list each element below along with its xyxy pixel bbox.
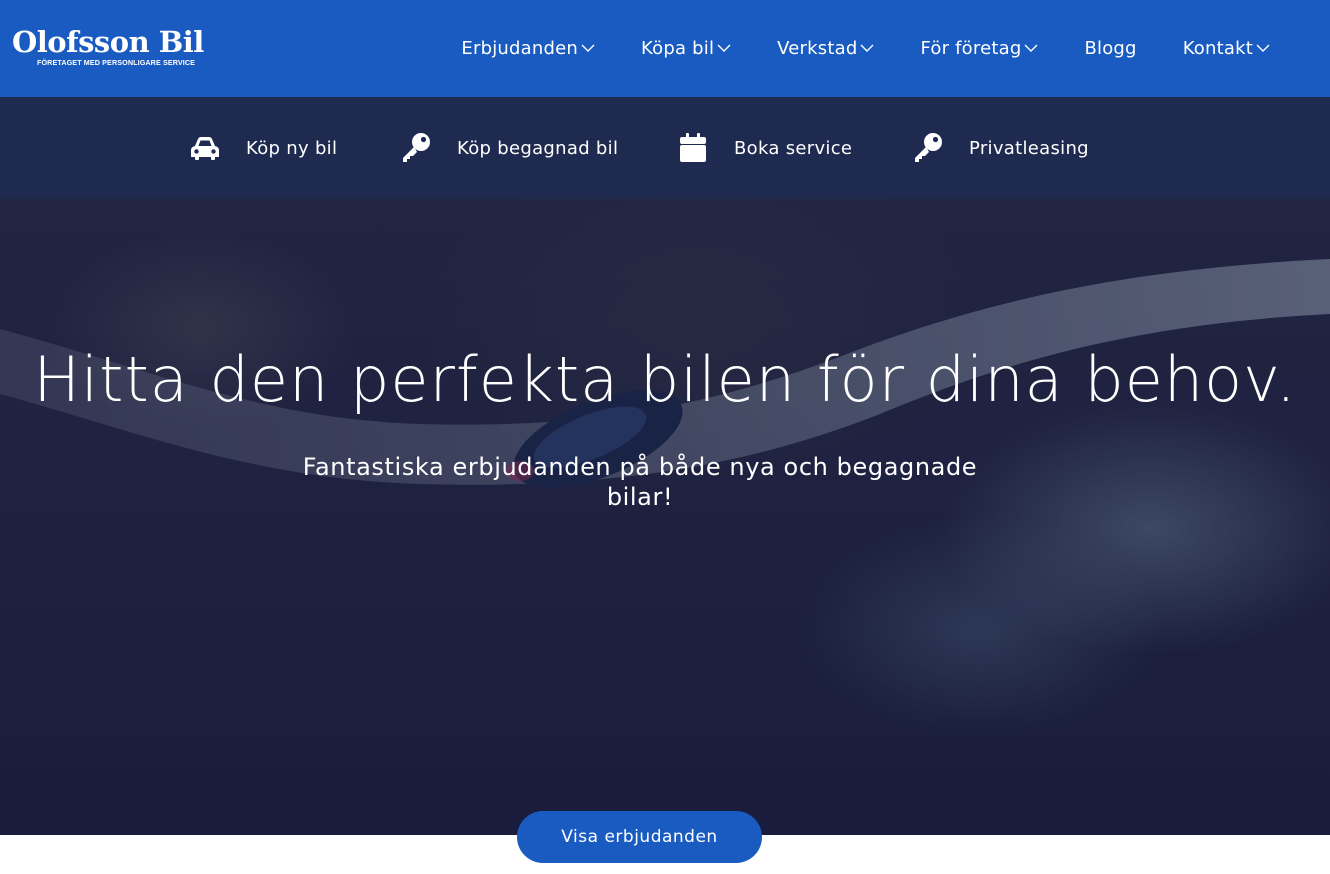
quicklink-label: Köp begagnad bil — [457, 137, 619, 159]
key-icon — [399, 131, 433, 165]
hero-banner: Hitta den perfekta bilen för dina behov.… — [0, 199, 1330, 835]
hero-background-image — [0, 199, 1330, 835]
chevron-down-icon — [860, 43, 874, 53]
chevron-down-icon — [581, 43, 595, 53]
show-offers-button[interactable]: Visa erbjudanden — [517, 811, 762, 863]
chevron-down-icon — [1256, 43, 1270, 53]
nav-item-kopa-bil[interactable]: Köpa bil — [641, 38, 731, 59]
quicklink-kop-begagnad-bil[interactable]: Köp begagnad bil — [399, 131, 618, 165]
key-icon — [911, 131, 945, 165]
site-logo[interactable]: Olofsson Bil FÖRETAGET MED PERSONLIGARE … — [12, 26, 227, 70]
nav-item-label: Köpa bil — [641, 37, 715, 59]
logo-tagline: FÖRETAGET MED PERSONLIGARE SERVICE — [37, 58, 196, 67]
quicklink-label: Boka service — [734, 137, 853, 159]
nav-item-blogg[interactable]: Blogg — [1084, 38, 1136, 59]
nav-item-verkstad[interactable]: Verkstad — [777, 38, 874, 59]
site-header: Olofsson Bil FÖRETAGET MED PERSONLIGARE … — [0, 0, 1330, 97]
nav-item-label: Erbjudanden — [461, 37, 579, 59]
nav-item-erbjudanden[interactable]: Erbjudanden — [461, 38, 595, 59]
calendar-icon — [676, 131, 710, 165]
logo-wordmark: Olofsson Bil — [12, 25, 204, 59]
quicklink-privatleasing[interactable]: Privatleasing — [911, 131, 1089, 165]
nav-item-kontakt[interactable]: Kontakt — [1183, 38, 1270, 59]
hero-subtitle: Fantastiska erbjudanden på både nya och … — [302, 453, 978, 511]
main-nav: Erbjudanden Köpa bil Verkstad För företa… — [461, 33, 1270, 63]
nav-item-label: För företag — [920, 37, 1022, 59]
nav-item-label: Verkstad — [777, 37, 858, 59]
quicklink-label: Privatleasing — [969, 137, 1089, 159]
quicklink-label: Köp ny bil — [246, 137, 338, 159]
chevron-down-icon — [717, 43, 731, 53]
nav-item-for-foretag[interactable]: För företag — [920, 38, 1038, 59]
quicklink-boka-service[interactable]: Boka service — [676, 131, 852, 165]
nav-item-label: Blogg — [1084, 37, 1137, 59]
hero-title: Hitta den perfekta bilen för dina behov. — [33, 343, 1297, 416]
quick-links-bar: Köp ny bil Köp begagnad bil Boka service — [0, 97, 1330, 199]
chevron-down-icon — [1024, 43, 1038, 53]
quicklink-kop-ny-bil[interactable]: Köp ny bil — [188, 131, 337, 165]
nav-item-label: Kontakt — [1182, 37, 1253, 59]
car-icon — [188, 131, 222, 165]
